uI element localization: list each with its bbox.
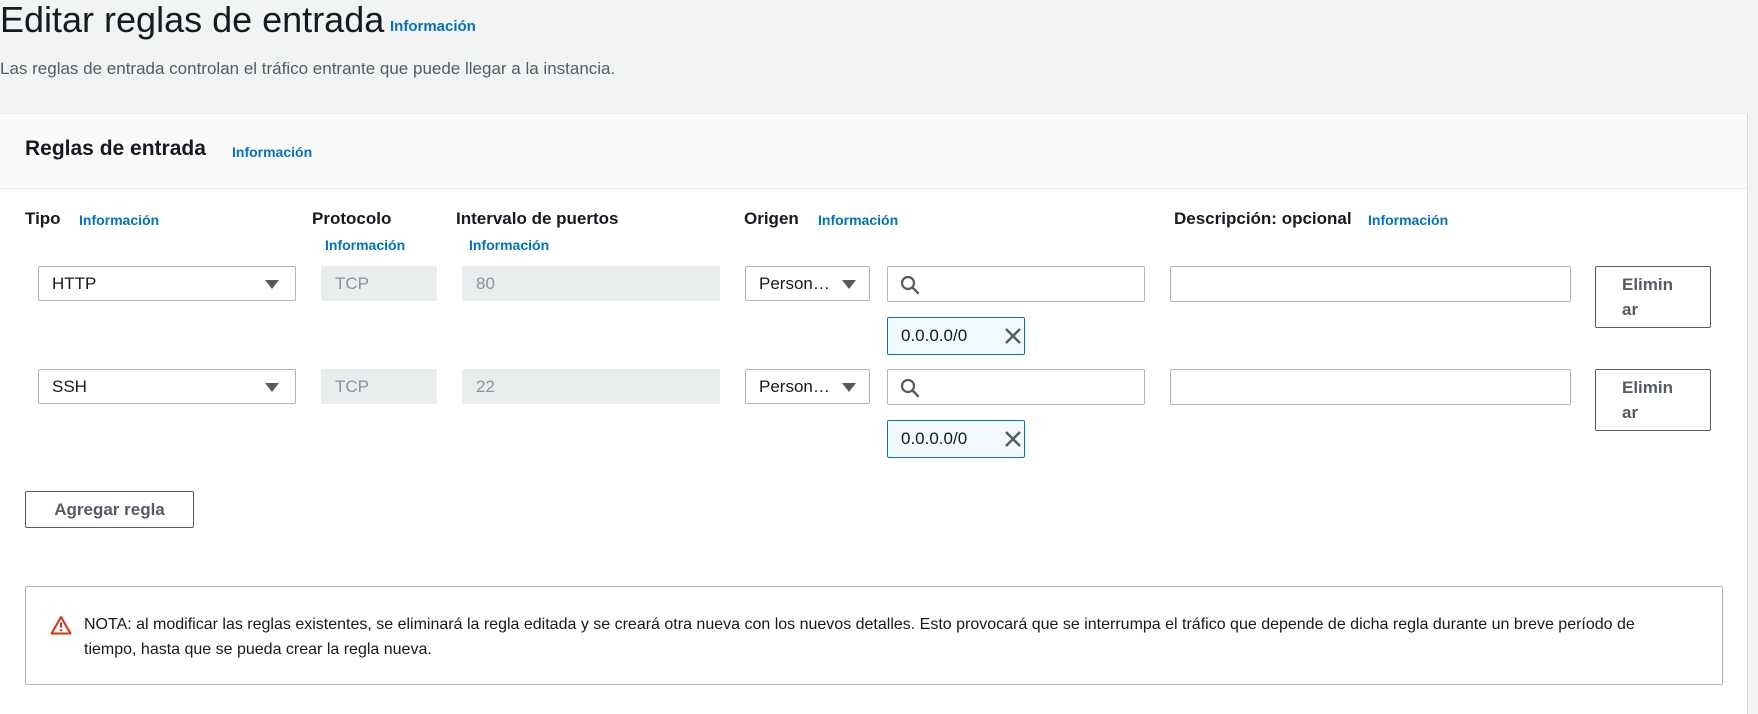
column-puertos-info-link[interactable]: Información (469, 237, 549, 253)
remove-rule-button[interactable]: Elimin ar (1595, 369, 1711, 431)
column-header-protocolo: Protocolo (312, 209, 392, 228)
column-tipo-info-link[interactable]: Información (79, 212, 159, 228)
source-type-value: Person… (759, 274, 830, 293)
source-type-value: Person… (759, 377, 830, 396)
cidr-token-label: 0.0.0.0/0 (901, 326, 968, 345)
column-header-descripcion: Descripción: opcional (1174, 209, 1352, 228)
inbound-rules-panel: Reglas de entrada Información Tipo Infor… (0, 113, 1748, 714)
search-icon (900, 378, 920, 398)
cidr-token: 0.0.0.0/0 (887, 420, 1025, 458)
rule-type-value: HTTP (52, 274, 97, 293)
search-icon (900, 275, 920, 295)
column-descripcion-info-link[interactable]: Información (1368, 212, 1448, 228)
warning-alert-text: NOTA: al modificar las reglas existentes… (84, 616, 1635, 658)
cidr-token-label: 0.0.0.0/0 (901, 429, 968, 448)
description-input[interactable] (1170, 369, 1571, 405)
column-header-puertos: Intervalo de puertos (456, 209, 619, 228)
close-icon[interactable] (1002, 428, 1024, 450)
caret-down-icon (265, 383, 279, 392)
source-type-select[interactable]: Person… (745, 266, 870, 301)
remove-rule-label-line1: Elimin (1622, 378, 1674, 397)
caret-down-icon (265, 280, 279, 289)
column-protocolo-info-link[interactable]: Información (325, 237, 405, 253)
caret-down-icon (842, 280, 856, 289)
column-header-tipo: Tipo (25, 209, 61, 228)
panel-title-info-link[interactable]: Información (232, 144, 312, 160)
cidr-token: 0.0.0.0/0 (887, 317, 1025, 355)
source-type-select[interactable]: Person… (745, 369, 870, 404)
remove-rule-label-line2: ar (1622, 403, 1639, 422)
page-title-info-link[interactable]: Información (390, 18, 476, 35)
protocol-field: TCP (321, 369, 437, 404)
rule-type-value: SSH (52, 377, 87, 396)
description-input[interactable] (1170, 266, 1571, 302)
page-title: Editar reglas de entrada (0, 0, 385, 40)
panel-header: Reglas de entrada Información (0, 114, 1747, 189)
remove-rule-button[interactable]: Elimin ar (1595, 266, 1711, 328)
source-search-input[interactable] (887, 369, 1145, 405)
protocol-field: TCP (321, 266, 437, 301)
remove-rule-label-line2: ar (1622, 300, 1639, 319)
port-range-field: 22 (462, 369, 720, 404)
close-icon[interactable] (1002, 325, 1024, 347)
rule-type-select[interactable]: SSH (38, 369, 296, 404)
rule-type-select[interactable]: HTTP (38, 266, 296, 301)
panel-title: Reglas de entrada (25, 137, 206, 160)
column-origen-info-link[interactable]: Información (818, 212, 898, 228)
source-search-input[interactable] (887, 266, 1145, 302)
caret-down-icon (842, 383, 856, 392)
port-range-field: 80 (462, 266, 720, 301)
add-rule-button[interactable]: Agregar regla (25, 491, 194, 528)
page-description: Las reglas de entrada controlan el tráfi… (0, 59, 616, 78)
remove-rule-label-line1: Elimin (1622, 275, 1674, 294)
warning-alert: NOTA: al modificar las reglas existentes… (25, 586, 1723, 685)
column-header-origen: Origen (744, 209, 799, 228)
warning-icon (50, 616, 72, 635)
